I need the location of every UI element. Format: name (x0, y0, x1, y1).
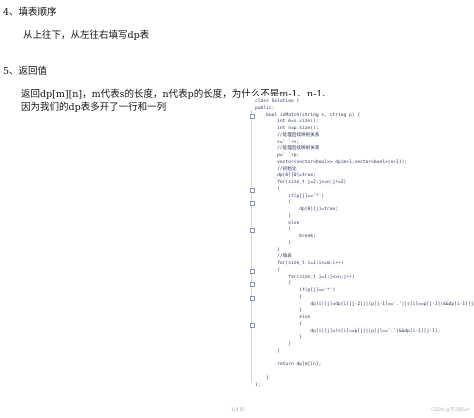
watermark: CSDN @学习的Lin (431, 408, 470, 413)
code-line: } (255, 348, 280, 354)
code-line: return dp[m][n]; (255, 362, 322, 368)
code-screenshot: class Solution {public: bool isMatch(str… (246, 96, 474, 394)
page-indicator: 1/4 页 (231, 408, 245, 413)
return-value-text-line-2: 因为我们的dp表多开了一行和一列 (21, 102, 167, 113)
fill-order-text: 从上往下，从左往右填写dp表 (23, 30, 150, 41)
heading-fill-order: 4、填表顺序 (3, 7, 57, 18)
page-footer: 1/4 页 CSDN @学习的Lin (0, 405, 474, 418)
heading-return-value: 5、返回值 (3, 66, 48, 77)
code-line: }; (255, 382, 261, 388)
code-gutter-line (251, 110, 252, 382)
